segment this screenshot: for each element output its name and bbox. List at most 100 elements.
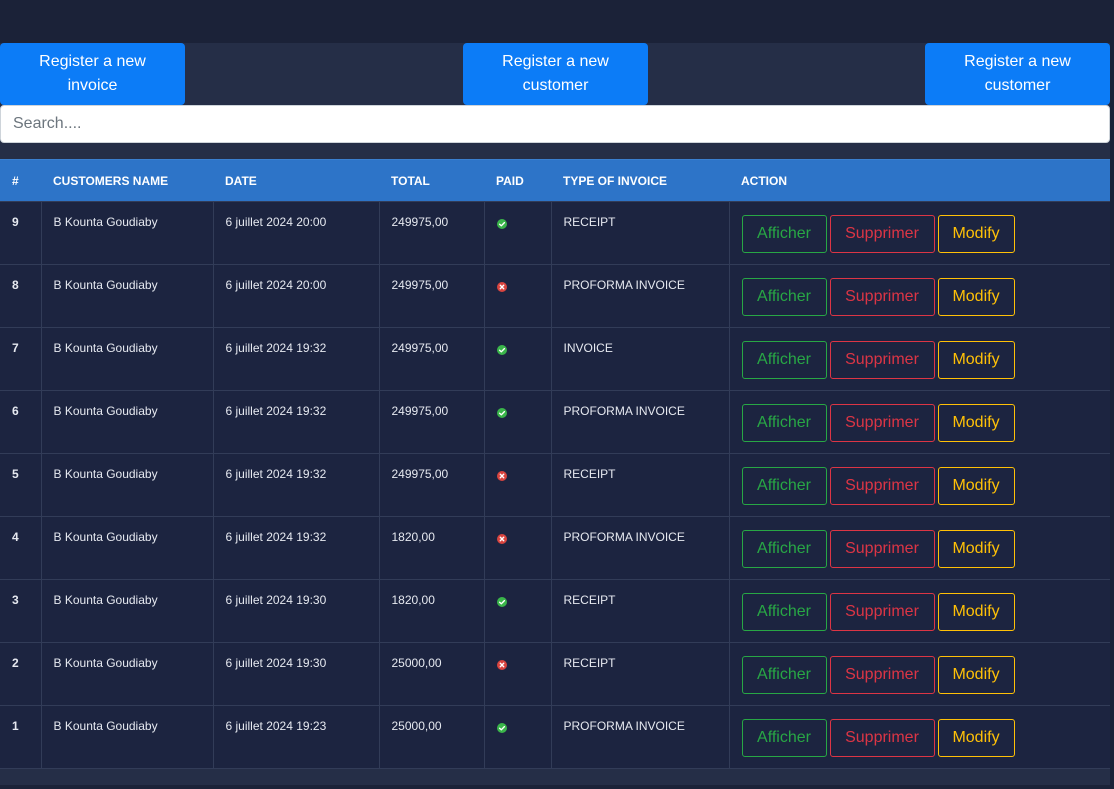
register-customer-button[interactable]: Register a new customer (463, 43, 648, 105)
delete-button[interactable]: Supprimer (829, 593, 935, 631)
check-circle-icon (496, 723, 507, 733)
column-header-id: # (0, 159, 41, 202)
column-header-type: TYPE OF INVOICE (551, 159, 729, 202)
column-header-paid: PAID (484, 159, 551, 202)
cell-date: 6 juillet 2024 19:30 (212, 579, 379, 643)
check-circle-icon (496, 597, 507, 607)
cell-id: 7 (0, 327, 41, 391)
table-row: 7B Kounta Goudiaby 6 juillet 2024 19:32 24… (0, 327, 1110, 391)
view-button[interactable]: Afficher (741, 593, 827, 631)
cell-invoice-type: RECEIPT (550, 579, 729, 643)
cell-customer-name: B Kounta Goudiaby (40, 264, 213, 328)
cell-id: 9 (0, 201, 41, 265)
modify-button[interactable]: Modify (937, 530, 1015, 568)
cell-total: 1820,00 (378, 579, 484, 643)
invoices-table: # CUSTOMERS NAME DATE TOTAL PAID TYPE OF… (0, 159, 1110, 769)
column-header-date: DATE (213, 159, 379, 202)
delete-button[interactable]: Supprimer (829, 278, 935, 316)
cell-paid (483, 516, 551, 580)
view-button[interactable]: Afficher (741, 719, 827, 757)
delete-button[interactable]: Supprimer (829, 404, 935, 442)
cell-date: 6 juillet 2024 19:32 (212, 390, 379, 454)
search-input[interactable] (0, 105, 1110, 143)
cell-paid (483, 201, 551, 265)
cell-date: 6 juillet 2024 19:32 (212, 516, 379, 580)
table-header-row: # CUSTOMERS NAME DATE TOTAL PAID TYPE OF… (0, 159, 1110, 202)
modify-button[interactable]: Modify (937, 404, 1015, 442)
register-invoice-button[interactable]: Register a new invoice (0, 43, 185, 105)
top-bar (0, 0, 1114, 43)
cell-paid (483, 264, 551, 328)
table-row: 3B Kounta Goudiaby 6 juillet 2024 19:30 18… (0, 579, 1110, 643)
cell-date: 6 juillet 2024 19:32 (212, 453, 379, 517)
cell-actions: Afficher Supprimer Modify (728, 264, 1110, 328)
modify-button[interactable]: Modify (937, 593, 1015, 631)
cell-customer-name: B Kounta Goudiaby (40, 642, 213, 706)
x-circle-icon (496, 534, 507, 544)
cell-customer-name: B Kounta Goudiaby (40, 579, 213, 643)
delete-button[interactable]: Supprimer (829, 530, 935, 568)
cell-date: 6 juillet 2024 20:00 (212, 201, 379, 265)
column-header-customer: CUSTOMERS NAME (41, 159, 213, 202)
column-header-action: ACTION (729, 159, 1110, 202)
x-circle-icon (496, 471, 507, 481)
cell-invoice-type: PROFORMA INVOICE (550, 516, 729, 580)
x-circle-icon (496, 660, 507, 670)
cell-actions: Afficher Supprimer Modify (728, 516, 1110, 580)
cell-paid (483, 453, 551, 517)
cell-total: 1820,00 (378, 516, 484, 580)
cell-id: 4 (0, 516, 41, 580)
delete-button[interactable]: Supprimer (829, 719, 935, 757)
cell-invoice-type: RECEIPT (550, 453, 729, 517)
modify-button[interactable]: Modify (937, 719, 1015, 757)
view-button[interactable]: Afficher (741, 404, 827, 442)
delete-button[interactable]: Supprimer (829, 215, 935, 253)
cell-customer-name: B Kounta Goudiaby (40, 201, 213, 265)
cell-customer-name: B Kounta Goudiaby (40, 705, 213, 769)
table-row: 6B Kounta Goudiaby 6 juillet 2024 19:32 24… (0, 390, 1110, 454)
cell-invoice-type: PROFORMA INVOICE (550, 264, 729, 328)
table-row: 8B Kounta Goudiaby 6 juillet 2024 20:00 24… (0, 264, 1110, 328)
modify-button[interactable]: Modify (937, 215, 1015, 253)
cell-paid (483, 642, 551, 706)
cell-id: 5 (0, 453, 41, 517)
modify-button[interactable]: Modify (937, 278, 1015, 316)
cell-invoice-type: INVOICE (550, 327, 729, 391)
cell-id: 2 (0, 642, 41, 706)
cell-invoice-type: PROFORMA INVOICE (550, 705, 729, 769)
modify-button[interactable]: Modify (937, 341, 1015, 379)
cell-total: 25000,00 (378, 642, 484, 706)
modify-button[interactable]: Modify (937, 656, 1015, 694)
check-circle-icon (496, 219, 507, 229)
x-circle-icon (496, 282, 507, 292)
view-button[interactable]: Afficher (741, 530, 827, 568)
delete-button[interactable]: Supprimer (829, 656, 935, 694)
delete-button[interactable]: Supprimer (829, 467, 935, 505)
register-customer-button-secondary[interactable]: Register a new customer (925, 43, 1110, 105)
cell-id: 6 (0, 390, 41, 454)
view-button[interactable]: Afficher (741, 278, 827, 316)
cell-customer-name: B Kounta Goudiaby (40, 453, 213, 517)
view-button[interactable]: Afficher (741, 215, 827, 253)
cell-date: 6 juillet 2024 19:32 (212, 327, 379, 391)
cell-total: 249975,00 (378, 201, 484, 265)
cell-customer-name: B Kounta Goudiaby (40, 327, 213, 391)
cell-actions: Afficher Supprimer Modify (728, 453, 1110, 517)
view-button[interactable]: Afficher (741, 467, 827, 505)
check-circle-icon (496, 345, 507, 355)
cell-total: 25000,00 (378, 705, 484, 769)
cell-total: 249975,00 (378, 390, 484, 454)
cell-actions: Afficher Supprimer Modify (728, 327, 1110, 391)
view-button[interactable]: Afficher (741, 656, 827, 694)
check-circle-icon (496, 408, 507, 418)
cell-actions: Afficher Supprimer Modify (728, 579, 1110, 643)
table-row: 2B Kounta Goudiaby 6 juillet 2024 19:30 25… (0, 642, 1110, 706)
delete-button[interactable]: Supprimer (829, 341, 935, 379)
cell-customer-name: B Kounta Goudiaby (40, 390, 213, 454)
modify-button[interactable]: Modify (937, 467, 1015, 505)
cell-total: 249975,00 (378, 327, 484, 391)
cell-paid (483, 705, 551, 769)
cell-total: 249975,00 (378, 264, 484, 328)
view-button[interactable]: Afficher (741, 341, 827, 379)
cell-total: 249975,00 (378, 453, 484, 517)
